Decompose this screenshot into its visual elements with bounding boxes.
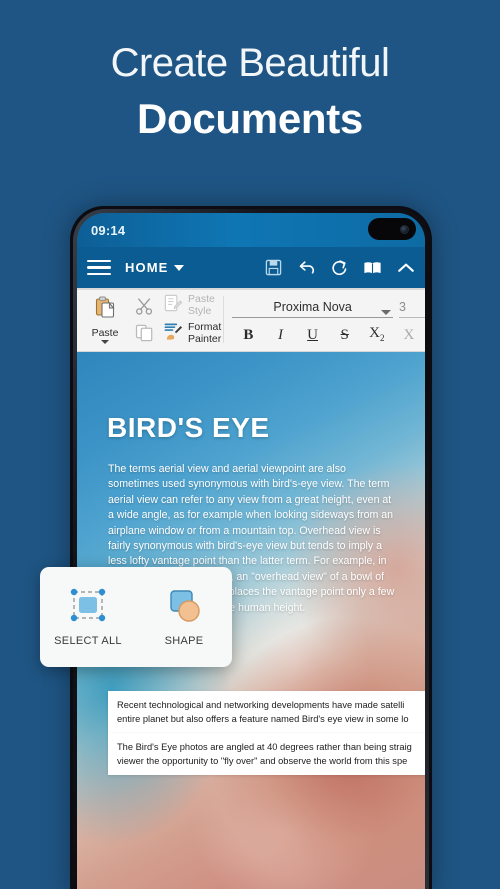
underline-button[interactable]: U [297,325,329,345]
format-painter-label: Format Painter [188,321,222,345]
tab-home-label: HOME [125,260,169,275]
shape-label-line1: SHAPE [164,635,204,647]
select-all-label-line2: ALL [101,635,122,647]
tab-home[interactable]: HOME [125,260,185,275]
headline-line-1: Create Beautiful [110,41,390,85]
copy-icon[interactable] [133,322,155,343]
text-box-2-line-1: The Bird's Eye photos are angled at 40 d… [117,742,412,752]
punch-hole-camera [368,218,416,240]
clear-formatting-button[interactable]: X [393,325,425,345]
format-painter-button[interactable]: Format Painter [163,321,221,346]
read-mode-icon[interactable] [363,258,382,277]
ribbon-clipboard-group: Paste Paste Style Format Painter [77,288,222,351]
document-text-box-1[interactable]: Recent technological and networking deve… [108,691,425,733]
text-box-1-line-2: entire planet but also offers a feature … [117,714,409,724]
font-name-selector[interactable]: Proxima Nova [232,300,393,318]
status-bar: 09:14 [77,213,425,247]
paste-style-label: Paste Style [188,293,215,317]
paste-style-label-line2: Style [188,304,212,317]
ribbon-cut-copy-group [129,296,159,343]
select-all-menu-item[interactable]: SELECT ALL [46,586,130,648]
shape-icon [162,586,206,626]
subscript-button[interactable]: X2 [361,323,393,348]
select-all-icon [66,586,110,626]
paste-button[interactable]: Paste [83,296,127,344]
ribbon-font-group: Proxima Nova 3 B I U S X2 X [226,288,425,351]
paste-style-icon [163,293,183,318]
hamburger-menu-icon[interactable] [87,259,111,276]
paste-style-button[interactable]: Paste Style [163,293,221,318]
ribbon-divider [223,296,225,343]
paste-style-label-line1: Paste [188,293,215,305]
phone-screen: 09:14 HOME Paste Paste Style Format Pain… [77,213,425,889]
document-text-box-2[interactable]: The Bird's Eye photos are angled at 40 d… [108,733,425,775]
collapse-ribbon-icon[interactable] [396,258,415,277]
text-box-2-line-2: viewer the opportunity to "fly over" and… [117,756,408,766]
redo-icon[interactable] [330,258,349,277]
hamburger-line [87,266,111,269]
toolbar-actions [264,258,417,277]
format-painter-label-line2: Painter [188,332,222,345]
hamburger-line [87,259,111,263]
subscript-suffix: 2 [380,332,385,343]
font-row: Proxima Nova 3 [232,292,425,318]
paste-dropdown-icon[interactable] [101,339,109,344]
phone-mockup-frame: 09:14 HOME Paste Paste Style Format Pain… [70,206,432,889]
save-icon[interactable] [264,258,283,277]
shape-label: SHAPE [165,635,204,648]
promo-headline: Create Beautiful Documents [0,38,500,146]
bold-button[interactable]: B [232,325,264,345]
undo-icon[interactable] [297,258,316,277]
chevron-down-icon [174,264,185,271]
subscript-base: X [369,324,381,341]
font-size-selector[interactable]: 3 [399,300,425,318]
select-all-label-line1: SELECT [54,635,99,647]
app-toolbar: HOME [77,247,425,288]
clipboard-icon [93,296,117,326]
italic-button[interactable]: I [264,325,296,345]
strikethrough-button[interactable]: S [329,325,361,345]
select-all-label: SELECT ALL [54,635,122,648]
shape-menu-item[interactable]: SHAPE [142,586,226,648]
context-menu-popup: SELECT ALL SHAPE [40,567,232,667]
document-title: BIRD'S EYE [107,412,270,443]
format-painter-icon [163,321,183,346]
scissors-icon[interactable] [133,296,155,317]
format-painter-label-line1: Format [188,321,222,333]
hamburger-line [87,272,111,276]
status-bar-clock: 09:14 [91,222,126,238]
camera-lens-icon [400,224,409,234]
formatting-ribbon: Paste Paste Style Format Painter Proxima… [77,288,425,352]
text-box-1-line-1: Recent technological and networking deve… [117,700,405,710]
headline-line-2: Documents [136,95,363,142]
ribbon-format-group: Paste Style Format Painter [161,293,221,346]
paste-label: Paste [91,326,119,339]
font-style-buttons: B I U S X2 X [232,323,425,348]
